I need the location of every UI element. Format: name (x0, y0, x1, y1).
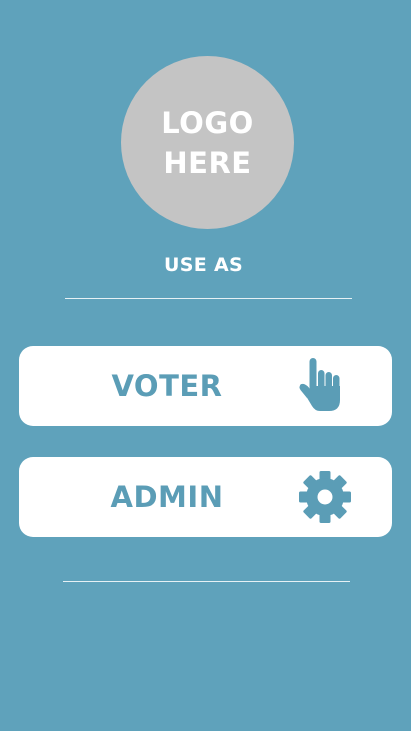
admin-button-label: ADMIN (110, 480, 224, 514)
logo-text-line2: HERE (163, 145, 252, 180)
admin-button[interactable]: ADMIN (19, 457, 392, 537)
voter-button-label: VOTER (111, 369, 223, 403)
logo-placeholder: LOGO HERE (121, 56, 294, 229)
gear-icon (295, 467, 355, 527)
voter-button[interactable]: VOTER (19, 346, 392, 426)
top-divider (65, 298, 352, 299)
bottom-divider (63, 581, 350, 582)
logo-text-line1: LOGO (161, 105, 254, 140)
role-selection-screen: LOGO HERE USE AS VOTER ADMIN (0, 0, 411, 731)
use-as-label: USE AS (164, 254, 243, 276)
pointing-hand-icon (296, 356, 356, 416)
